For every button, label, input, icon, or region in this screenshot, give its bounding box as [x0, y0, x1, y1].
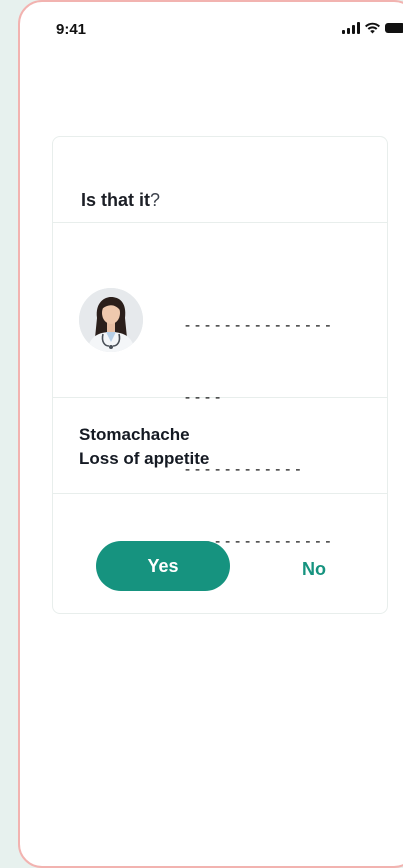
status-bar: 9:41 [20, 2, 403, 58]
confirmation-card: Is that it? --------------- ---- -------… [52, 136, 388, 614]
question-title: Is that it? [81, 190, 160, 211]
phone-screen: 9:41 Is that it? --------------- ---- --… [18, 0, 403, 868]
symptoms-list: Stomachache Loss of appetite [53, 398, 387, 494]
doctor-avatar [79, 288, 143, 352]
doctor-section: --------------- ---- ------------ ------… [53, 223, 387, 550]
symptom-item: Loss of appetite [79, 449, 210, 468]
no-button[interactable]: No [285, 553, 343, 585]
yes-button[interactable]: Yes [96, 541, 230, 591]
question-mark: ? [150, 190, 161, 210]
wifi-icon [365, 22, 380, 34]
battery-icon [385, 23, 403, 33]
symptom-item: Stomachache [79, 425, 190, 444]
doctor-avatar-icon [79, 288, 143, 352]
status-icons [342, 22, 403, 34]
question-text: Is that it [81, 190, 151, 210]
status-time: 9:41 [56, 21, 87, 38]
placeholder-line: --------------- [183, 316, 334, 334]
signal-icon [342, 22, 360, 34]
card-header: Is that it? [53, 137, 387, 223]
